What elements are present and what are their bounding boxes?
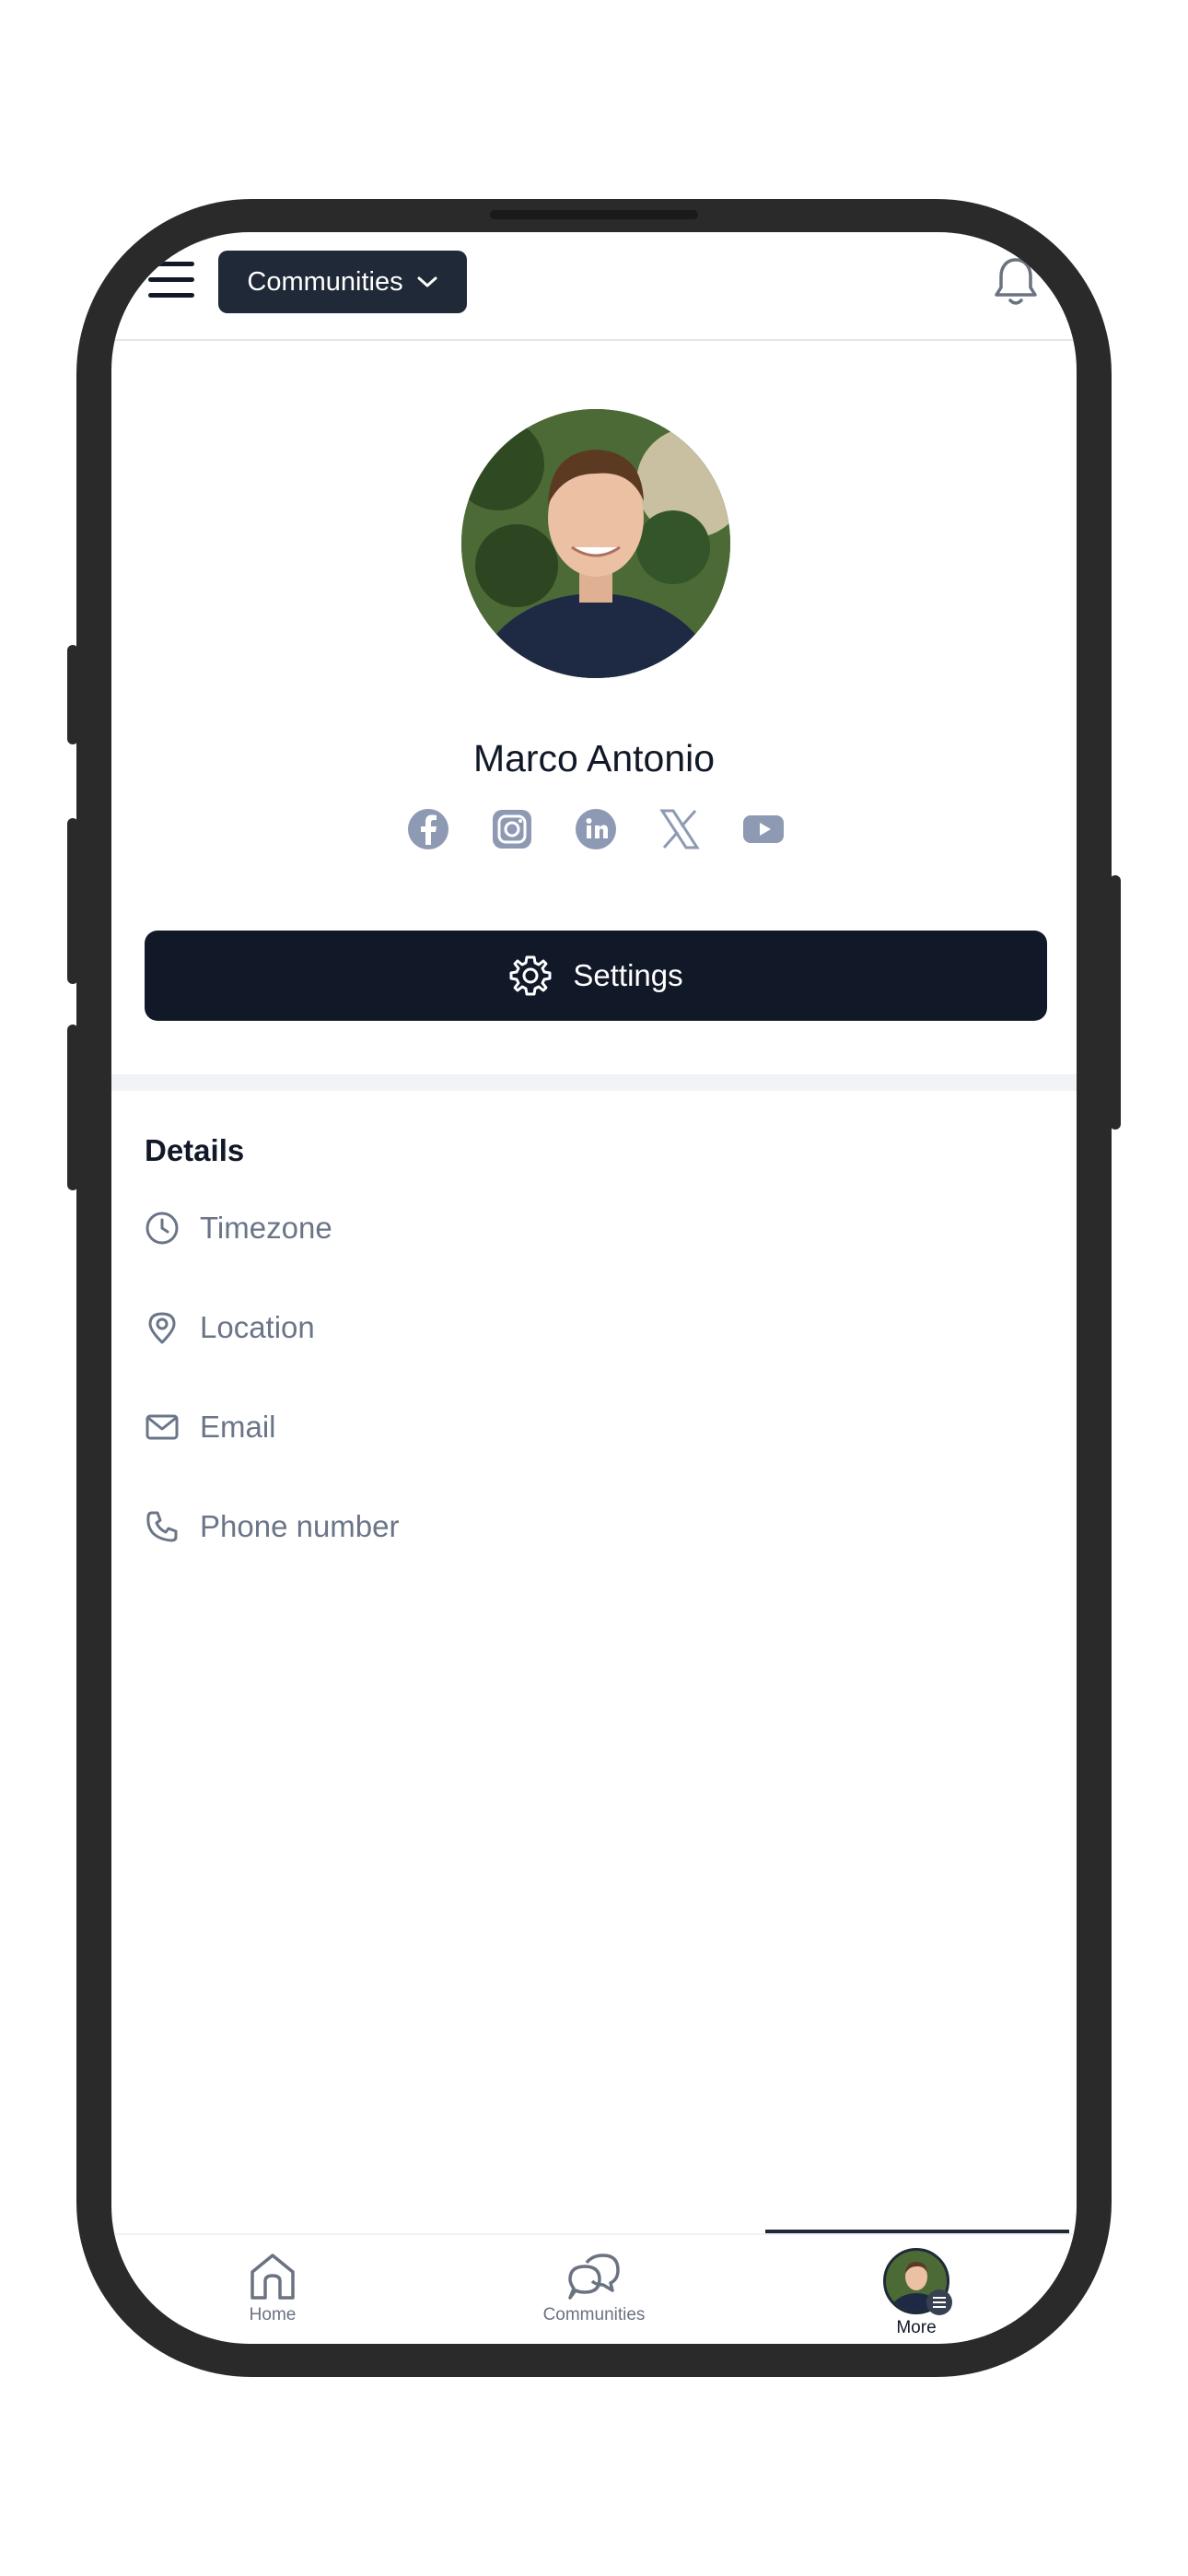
settings-button[interactable]: Settings (145, 931, 1047, 1021)
facebook-icon[interactable] (406, 807, 450, 851)
phone-notch (490, 210, 698, 219)
tab-label: Communities (542, 2305, 646, 2324)
phone-icon (145, 1509, 180, 1544)
community-selector-label: Communities (247, 266, 403, 297)
settings-label: Settings (573, 958, 683, 992)
avatar-photo (461, 409, 730, 678)
x-icon[interactable] (658, 807, 702, 851)
tab-label: More (896, 2318, 937, 2337)
tab-more[interactable]: More (833, 2248, 999, 2338)
chevron-down-icon (417, 276, 437, 287)
tab-home[interactable]: Home (190, 2252, 355, 2325)
details-heading: Details (145, 1133, 245, 1167)
detail-label: Phone number (200, 1509, 400, 1543)
clock-icon (145, 1211, 180, 1246)
social-links (406, 807, 786, 859)
detail-timezone: Timezone (145, 1211, 332, 1246)
profile-avatar[interactable] (461, 409, 730, 678)
detail-label: Location (200, 1310, 315, 1344)
youtube-icon[interactable] (741, 807, 786, 851)
gear-icon (509, 955, 552, 996)
bell-icon[interactable] (992, 254, 1040, 310)
home-icon (250, 2254, 295, 2300)
profile-name: Marco Antonio (472, 737, 716, 779)
location-pin-icon (145, 1310, 180, 1345)
section-divider (111, 1074, 1077, 1091)
detail-label: Timezone (200, 1211, 332, 1245)
community-selector-button[interactable]: Communities (218, 251, 467, 313)
mail-icon (145, 1410, 180, 1445)
detail-email: Email (145, 1410, 276, 1445)
linkedin-icon[interactable] (574, 807, 618, 851)
menu-icon[interactable] (148, 262, 194, 299)
tab-communities[interactable]: Communities (511, 2252, 677, 2325)
chat-bubbles-icon (568, 2254, 620, 2300)
app-screen: Communities Marco Antonio Settings Detai… (111, 232, 1077, 2344)
more-avatar (883, 2248, 952, 2337)
detail-phone: Phone number (145, 1509, 399, 1544)
tab-label: Home (249, 2305, 297, 2324)
top-bar: Communities (111, 232, 1077, 341)
instagram-icon[interactable] (490, 807, 534, 851)
menu-badge-icon (926, 2289, 952, 2315)
detail-label: Email (200, 1410, 276, 1444)
bottom-tab-bar: Home Communities More (111, 2233, 1077, 2344)
detail-location: Location (145, 1310, 315, 1345)
